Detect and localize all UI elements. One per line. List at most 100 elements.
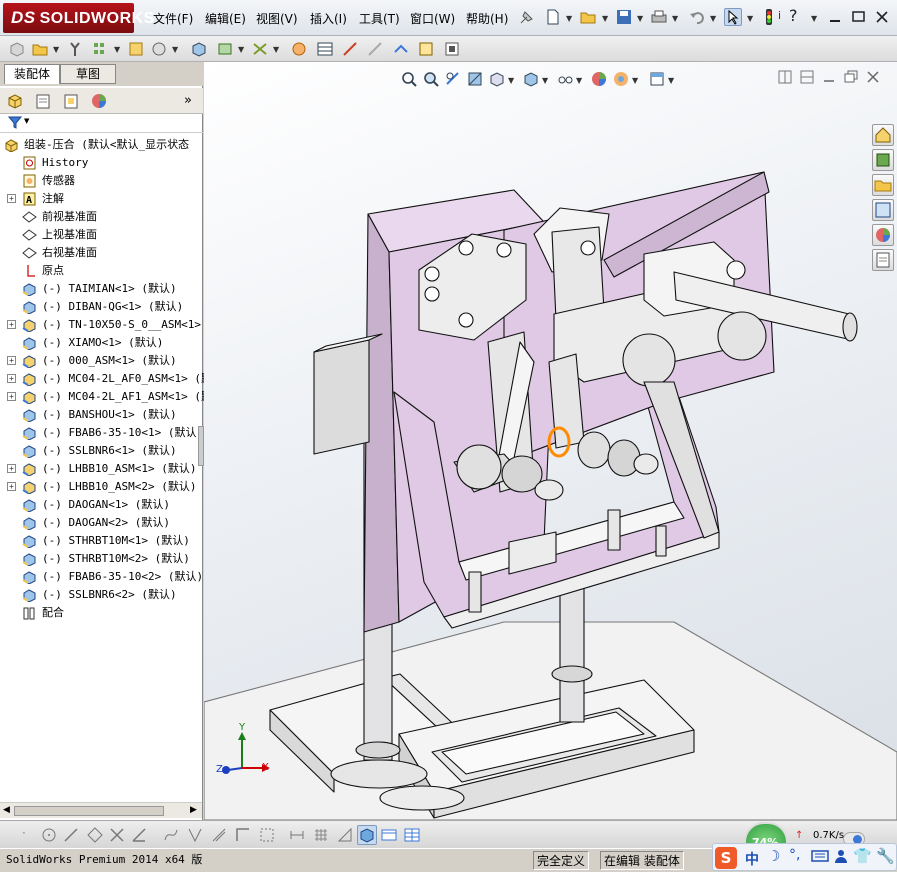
- open-folder-icon[interactable]: [579, 8, 597, 26]
- tree-item[interactable]: (-) DIBAN-QG<1> (默认): [0, 298, 203, 316]
- chevron-down-icon[interactable]: ▼: [747, 14, 753, 23]
- tree-item[interactable]: (-) SSLBNR6<1> (默认): [0, 442, 203, 460]
- instant3d-icon[interactable]: [443, 40, 461, 58]
- appearances-icon[interactable]: [872, 224, 894, 246]
- corner-rectangle-icon[interactable]: [234, 826, 252, 844]
- menu-tools[interactable]: 工具(T): [359, 10, 400, 27]
- sogou-s-icon[interactable]: S: [715, 847, 737, 869]
- tree-item[interactable]: + (-) 000_ASM<1> (默认): [0, 352, 203, 370]
- chevron-down-icon[interactable]: ▼: [566, 14, 572, 23]
- scrollbar-thumb[interactable]: [14, 806, 164, 816]
- chevron-down-icon[interactable]: ▼: [273, 45, 279, 54]
- smart-fasteners-icon[interactable]: [127, 40, 145, 58]
- print-icon[interactable]: [650, 8, 668, 26]
- assembly-3d-model[interactable]: [204, 62, 897, 820]
- tree-item[interactable]: (-) XIAMO<1> (默认): [0, 334, 203, 352]
- tree-item[interactable]: (-) FBAB6-35-10<2> (默认): [0, 568, 203, 586]
- tree-item[interactable]: 前视基准面: [0, 208, 203, 226]
- menu-edit[interactable]: 编辑(E): [205, 10, 246, 27]
- close-icon[interactable]: [873, 8, 891, 26]
- moon-icon[interactable]: ☽: [767, 847, 780, 865]
- dashed-rectangle-icon[interactable]: [258, 826, 276, 844]
- menu-help[interactable]: 帮助(H): [466, 10, 508, 27]
- explode-line-sketch-icon[interactable]: [366, 40, 384, 58]
- tab-assembly[interactable]: 装配体: [4, 64, 60, 84]
- circle-icon[interactable]: [40, 826, 58, 844]
- keyboard-icon[interactable]: [811, 848, 829, 867]
- tree-filter[interactable]: ▼: [0, 115, 203, 133]
- view-palette-icon[interactable]: [872, 199, 894, 221]
- save-icon[interactable]: [615, 8, 633, 26]
- chevron-down-icon[interactable]: ▼: [672, 14, 678, 23]
- shirt-skin-icon[interactable]: 👕: [853, 847, 872, 865]
- tree-item[interactable]: (-) DAOGAN<1> (默认): [0, 496, 203, 514]
- tree-item[interactable]: 右视基准面: [0, 244, 203, 262]
- tree-item[interactable]: 原点: [0, 262, 203, 280]
- ime-chinese-toggle[interactable]: 中: [745, 849, 759, 869]
- tree-item[interactable]: + (-) LHBB10_ASM<2> (默认): [0, 478, 203, 496]
- trim-icon[interactable]: [108, 826, 126, 844]
- dimension-icon[interactable]: [288, 826, 306, 844]
- chevron-down-icon[interactable]: ▼: [602, 14, 608, 23]
- move-component-icon[interactable]: [150, 40, 168, 58]
- undo-icon[interactable]: [688, 8, 706, 26]
- tree-item[interactable]: + (-) TN-10X50-S_0__ASM<1> (: [0, 316, 214, 334]
- chevron-down-icon[interactable]: ▼: [637, 14, 643, 23]
- tree-item[interactable]: 上视基准面: [0, 226, 203, 244]
- menu-view[interactable]: 视图(V): [256, 10, 298, 27]
- line-icon[interactable]: [62, 826, 80, 844]
- select-arrow-icon[interactable]: [724, 8, 742, 26]
- tab-sketch[interactable]: 草图: [60, 64, 116, 84]
- horizontal-scrollbar[interactable]: ◀ ▶: [0, 802, 202, 818]
- exploded-view-icon[interactable]: [341, 40, 359, 58]
- tree-item[interactable]: History: [0, 154, 203, 172]
- expand-plus-icon[interactable]: +: [7, 482, 16, 491]
- punctuation-icon[interactable]: °,: [789, 847, 800, 863]
- feature-manager-icon[interactable]: [6, 92, 24, 110]
- new-motion-study-icon[interactable]: [290, 40, 308, 58]
- design-library-icon[interactable]: [872, 149, 894, 171]
- tree-item[interactable]: + (-) LHBB10_ASM<1> (默认): [0, 460, 203, 478]
- wrench-icon[interactable]: 🔧: [876, 847, 895, 865]
- display-manager-icon[interactable]: [90, 92, 108, 110]
- new-document-icon[interactable]: [544, 8, 562, 26]
- open-folder-icon[interactable]: [31, 40, 49, 58]
- tree-item[interactable]: (-) TAIMIAN<1> (默认): [0, 280, 203, 298]
- help-question-icon[interactable]: ?: [789, 6, 807, 25]
- menu-file[interactable]: 文件(F): [153, 10, 193, 27]
- interference-detection-icon[interactable]: [392, 40, 410, 58]
- shaded-cube-icon[interactable]: [357, 825, 377, 845]
- property-manager-icon[interactable]: [34, 92, 52, 110]
- home-icon[interactable]: [872, 124, 894, 146]
- point-icon[interactable]: ·: [22, 826, 40, 844]
- show-hidden-icon[interactable]: [190, 40, 208, 58]
- tree-item[interactable]: 组装-压合 (默认<默认_显示状态: [0, 136, 203, 154]
- offset-icon[interactable]: [210, 826, 228, 844]
- tree-item[interactable]: (-) STHRBT10M<2> (默认): [0, 550, 203, 568]
- file-explorer-icon[interactable]: [872, 174, 894, 196]
- restore-icon[interactable]: [850, 8, 868, 26]
- user-icon[interactable]: [833, 848, 849, 867]
- window-tile-icon[interactable]: [380, 826, 398, 844]
- graphics-viewport[interactable]: ▼ ▼ ▼ ▼ ▼ Y X Z: [204, 62, 897, 820]
- menu-window[interactable]: 窗口(W): [410, 10, 455, 27]
- scroll-left-arrow-icon[interactable]: ◀: [3, 805, 10, 815]
- tree-item[interactable]: (-) SSLBNR6<2> (默认): [0, 586, 203, 604]
- chevron-down-icon[interactable]: ▼: [811, 14, 817, 23]
- chevron-down-icon[interactable]: ▼: [238, 45, 244, 54]
- spline-icon[interactable]: [162, 826, 180, 844]
- chevron-down-icon[interactable]: ▼: [114, 45, 120, 54]
- expand-chevrons-icon[interactable]: »: [184, 93, 192, 108]
- polygon-icon[interactable]: [86, 826, 104, 844]
- filter-funnel-icon[interactable]: [7, 116, 24, 133]
- triangle-angle-icon[interactable]: [336, 826, 354, 844]
- tree-item[interactable]: + (-) MC04-2L_AF0_ASM<1> (默: [0, 370, 212, 388]
- angle-icon[interactable]: [130, 826, 148, 844]
- insert-components-icon[interactable]: [8, 40, 26, 58]
- expand-plus-icon[interactable]: +: [7, 194, 16, 203]
- pin-icon[interactable]: [517, 9, 535, 27]
- tree-item[interactable]: (-) DAOGAN<2> (默认): [0, 514, 203, 532]
- linear-pattern-icon[interactable]: [92, 40, 110, 58]
- chevron-down-icon[interactable]: ▼: [53, 45, 59, 54]
- expand-plus-icon[interactable]: +: [7, 464, 16, 473]
